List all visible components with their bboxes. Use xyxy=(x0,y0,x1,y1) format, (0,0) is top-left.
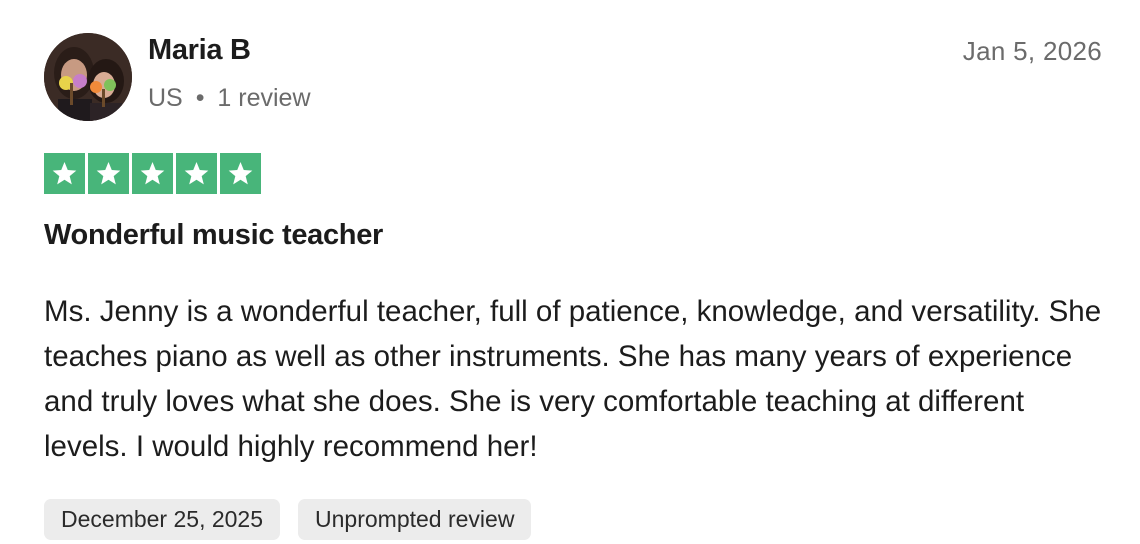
review-card: Maria B US • 1 review Jan 5, 2026 Wonder… xyxy=(0,0,1140,544)
review-tags: December 25, 2025 Unprompted review xyxy=(44,499,532,540)
avatar-photo xyxy=(44,33,132,121)
star-icon xyxy=(176,153,217,194)
review-title[interactable]: Wonderful music teacher xyxy=(44,219,383,252)
review-date: Jan 5, 2026 xyxy=(962,36,1102,66)
star-icon xyxy=(88,153,129,194)
avatar[interactable] xyxy=(44,33,132,121)
star-icon xyxy=(44,153,85,194)
review-body: Ms. Jenny is a wonderful teacher, full o… xyxy=(44,295,1102,463)
reviewer-country: US xyxy=(148,84,183,112)
star-icon xyxy=(132,153,173,194)
reviewer-meta: US • 1 review xyxy=(148,84,311,113)
star-rating xyxy=(44,153,261,194)
experience-date-tag: December 25, 2025 xyxy=(44,499,281,540)
star-icon xyxy=(220,153,261,194)
meta-separator: • xyxy=(195,84,205,112)
review-count: 1 review xyxy=(217,84,311,112)
reviewer-name[interactable]: Maria B xyxy=(148,34,251,67)
review-type-tag[interactable]: Unprompted review xyxy=(298,499,532,540)
